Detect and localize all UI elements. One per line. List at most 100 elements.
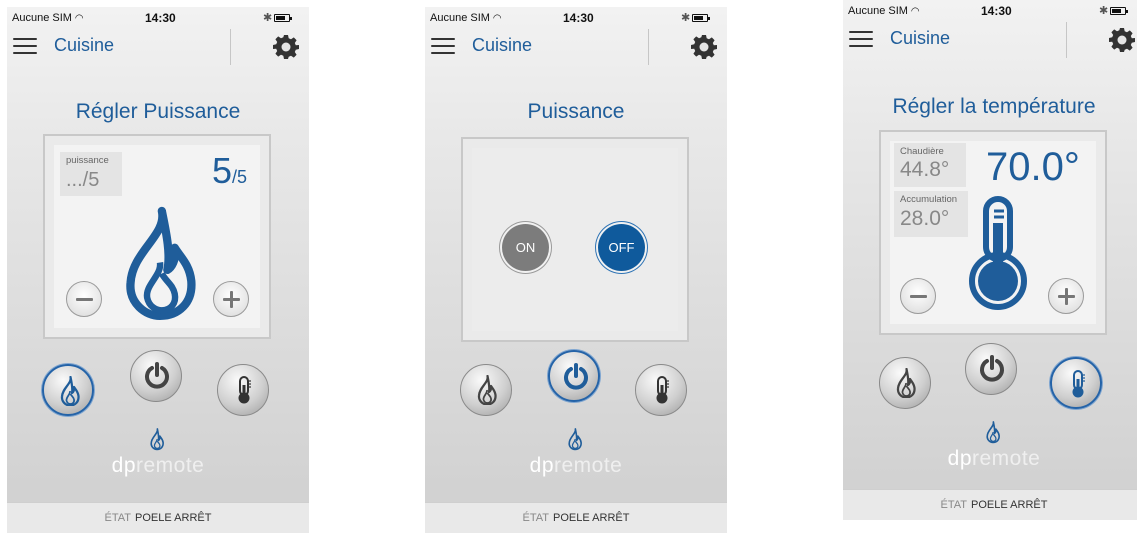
menu-icon[interactable] [849, 31, 873, 49]
thermometer-icon [969, 196, 1027, 310]
battery-icon [1110, 7, 1128, 15]
chaudiere-box: Chaudière 44.8° [894, 143, 966, 187]
mode-power-button[interactable] [965, 343, 1017, 395]
bluetooth-icon: ✱ [681, 12, 691, 24]
room-title[interactable]: Cuisine [472, 35, 532, 56]
mode-flame-button[interactable] [42, 364, 94, 416]
accumulation-box: Accumulation 28.0° [894, 191, 968, 237]
chaudiere-label: Chaudière [900, 146, 944, 157]
flame-icon [472, 375, 502, 405]
state-footer: ÉTAT POELE ARRÊT [7, 502, 309, 533]
dpremote-logo: dpremote [843, 420, 1137, 478]
state-value: POELE ARRÊT [135, 512, 212, 524]
dpremote-logo: dpremote [7, 427, 309, 485]
logo-flame-icon [566, 427, 584, 451]
increase-button[interactable] [213, 281, 249, 317]
state-value: POELE ARRÊT [553, 512, 630, 524]
power-panel: puissance .../5 5/5 [43, 134, 271, 339]
room-title[interactable]: Cuisine [54, 35, 114, 56]
status-bar: Aucune SIM ◠ 14:30 ✱ [425, 7, 727, 27]
nav-divider [230, 29, 231, 65]
state-footer: ÉTAT POELE ARRÊT [425, 502, 727, 533]
thermometer-icon [229, 375, 259, 405]
logo-flame-icon [984, 420, 1002, 444]
screen-power-toggle: Aucune SIM ◠ 14:30 ✱ Cuisine Puissance ON… [425, 7, 727, 533]
mode-power-button[interactable] [130, 350, 182, 402]
page-title: Régler la température [892, 95, 1096, 118]
room-title[interactable]: Cuisine [890, 28, 950, 49]
power-icon [142, 361, 172, 391]
carrier-label: Aucune SIM [430, 12, 490, 24]
nav-divider [648, 29, 649, 65]
current-power-box: puissance .../5 [60, 152, 122, 196]
increase-button[interactable] [1048, 278, 1084, 314]
gear-icon[interactable] [690, 33, 718, 61]
power-icon [977, 354, 1007, 384]
thermometer-icon [647, 375, 677, 405]
accumulation-label: Accumulation [900, 194, 958, 205]
off-button[interactable]: OFF [598, 224, 645, 271]
clock: 14:30 [145, 11, 176, 25]
state-label: ÉTAT [104, 512, 132, 524]
power-setpoint-max: /5 [232, 167, 248, 187]
page-title: Puissance [527, 100, 625, 123]
clock: 14:30 [563, 11, 594, 25]
dpremote-logo: dpremote [425, 427, 727, 485]
current-power-value: .../5 [66, 169, 100, 191]
decrease-button[interactable] [900, 278, 936, 314]
gear-icon[interactable] [1108, 26, 1136, 54]
wifi-icon: ◠ [492, 13, 502, 24]
clock: 14:30 [981, 4, 1012, 18]
power-setpoint: 5/5 [212, 150, 247, 192]
current-power-label: puissance [66, 155, 109, 166]
minus-icon [76, 298, 93, 301]
screen-power-level: Aucune SIM ◠ 14:30 ✱ Cuisine Régler Puiss… [7, 7, 309, 533]
nav-bar: Cuisine [843, 22, 1137, 58]
page-title: Régler Puissance [75, 100, 241, 123]
power-icon [561, 362, 591, 392]
state-label: ÉTAT [940, 499, 968, 511]
minus-icon [910, 295, 927, 298]
battery-icon [274, 14, 292, 22]
mode-thermometer-button[interactable] [1050, 357, 1102, 409]
toggle-panel: ON OFF [461, 137, 689, 342]
flame-icon [114, 200, 206, 325]
state-label: ÉTAT [522, 512, 550, 524]
screen-temperature: Aucune SIM ◠ 14:30 ✱ Cuisine Régler la te… [843, 0, 1137, 520]
wifi-icon: ◠ [74, 13, 84, 24]
wifi-icon: ◠ [910, 6, 920, 17]
carrier-label: Aucune SIM [12, 12, 72, 24]
menu-icon[interactable] [431, 38, 455, 56]
logo-text: dpremote [111, 454, 205, 477]
bluetooth-icon: ✱ [263, 12, 273, 24]
logo-text: dpremote [947, 447, 1041, 470]
decrease-button[interactable] [66, 281, 102, 317]
status-bar: Aucune SIM ◠ 14:30 ✱ [843, 0, 1137, 20]
status-bar: Aucune SIM ◠ 14:30 ✱ [7, 7, 309, 27]
power-setpoint-value: 5 [212, 150, 233, 191]
menu-icon[interactable] [13, 38, 37, 56]
temperature-setpoint: 70.0° [986, 145, 1080, 189]
mode-power-button[interactable] [548, 350, 600, 402]
mode-flame-button[interactable] [879, 357, 931, 409]
nav-divider [1066, 22, 1067, 58]
state-footer: ÉTAT POELE ARRÊT [843, 489, 1137, 520]
flame-icon [891, 368, 921, 398]
nav-bar: Cuisine [425, 29, 727, 65]
gear-icon[interactable] [272, 33, 300, 61]
carrier-label: Aucune SIM [848, 5, 908, 17]
temperature-panel: Chaudière 44.8° Accumulation 28.0° 70.0° [879, 130, 1107, 335]
nav-bar: Cuisine [7, 29, 309, 65]
mode-flame-button[interactable] [460, 364, 512, 416]
mode-thermometer-button[interactable] [217, 364, 269, 416]
mode-thermometer-button[interactable] [635, 364, 687, 416]
bluetooth-icon: ✱ [1099, 5, 1109, 17]
battery-icon [692, 14, 710, 22]
thermometer-icon [1063, 369, 1093, 399]
logo-flame-icon [148, 427, 166, 451]
accumulation-value: 28.0° [900, 207, 950, 230]
state-value: POELE ARRÊT [971, 499, 1048, 511]
on-button[interactable]: ON [502, 224, 549, 271]
chaudiere-value: 44.8° [900, 158, 950, 181]
flame-icon [55, 376, 85, 406]
